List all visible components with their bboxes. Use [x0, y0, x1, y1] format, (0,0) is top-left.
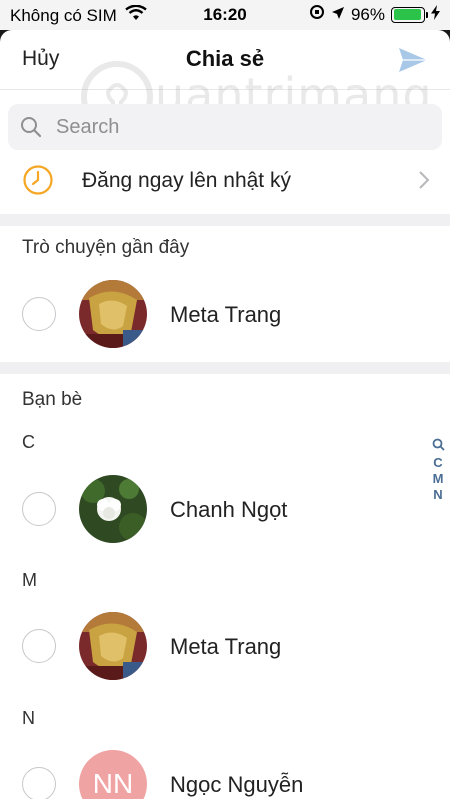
post-to-diary-row[interactable]: Đăng ngay lên nhật ký	[0, 152, 450, 214]
avatar	[79, 612, 147, 680]
select-radio[interactable]	[22, 297, 56, 331]
clock-icon	[22, 164, 54, 201]
contact-row[interactable]: NN Ngọc Nguyễn	[0, 750, 450, 799]
battery-icon	[391, 6, 428, 23]
contact-row[interactable]: Chanh Ngọt	[0, 475, 450, 545]
location-arrow-icon	[331, 5, 345, 25]
status-bar: Không có SIM 16:20 96%	[0, 0, 450, 30]
search-input[interactable]: Search	[8, 104, 442, 150]
chevron-right-icon	[418, 170, 430, 195]
paper-plane-icon	[399, 48, 427, 72]
section-divider	[0, 362, 450, 374]
status-right-group: 96%	[309, 4, 440, 25]
page-title: Chia sẻ	[185, 46, 265, 71]
contact-row[interactable]: Meta Trang	[0, 280, 450, 350]
alphabet-index[interactable]: C M N	[430, 438, 446, 502]
select-radio[interactable]	[22, 767, 56, 799]
section-divider	[0, 214, 450, 226]
group-letter: M	[22, 570, 37, 590]
friends-title: Bạn bè	[22, 389, 83, 410]
bolt-icon	[431, 4, 440, 25]
recent-chats-title: Trò chuyện gần đây	[22, 237, 190, 258]
contact-name: Meta Trang	[170, 634, 282, 659]
select-radio[interactable]	[22, 492, 56, 526]
send-button[interactable]	[398, 46, 428, 79]
search-placeholder: Search	[56, 116, 120, 138]
avatar	[79, 475, 147, 543]
rotation-lock-icon	[309, 4, 325, 25]
avatar: NN	[79, 750, 147, 799]
select-radio[interactable]	[22, 629, 56, 663]
share-sheet: Hủy Chia sẻ uantrimang Search Đăng ngay …	[0, 30, 450, 799]
contact-name: Meta Trang	[170, 302, 282, 327]
index-letter-c[interactable]: C	[433, 455, 442, 470]
search-icon	[20, 116, 42, 143]
group-letter: N	[22, 708, 35, 728]
contact-name: Chanh Ngọt	[170, 497, 288, 522]
contact-name: Ngọc Nguyễn	[170, 772, 304, 797]
post-to-diary-label: Đăng ngay lên nhật ký	[82, 169, 291, 192]
contact-row[interactable]: Meta Trang	[0, 612, 450, 682]
index-letter-m[interactable]: M	[433, 471, 444, 486]
avatar	[79, 280, 147, 348]
group-letter: C	[22, 432, 35, 452]
search-icon[interactable]	[432, 438, 445, 454]
index-letter-n[interactable]: N	[433, 487, 442, 502]
nav-bar: Hủy Chia sẻ	[0, 30, 450, 90]
battery-percent: 96%	[350, 4, 385, 24]
